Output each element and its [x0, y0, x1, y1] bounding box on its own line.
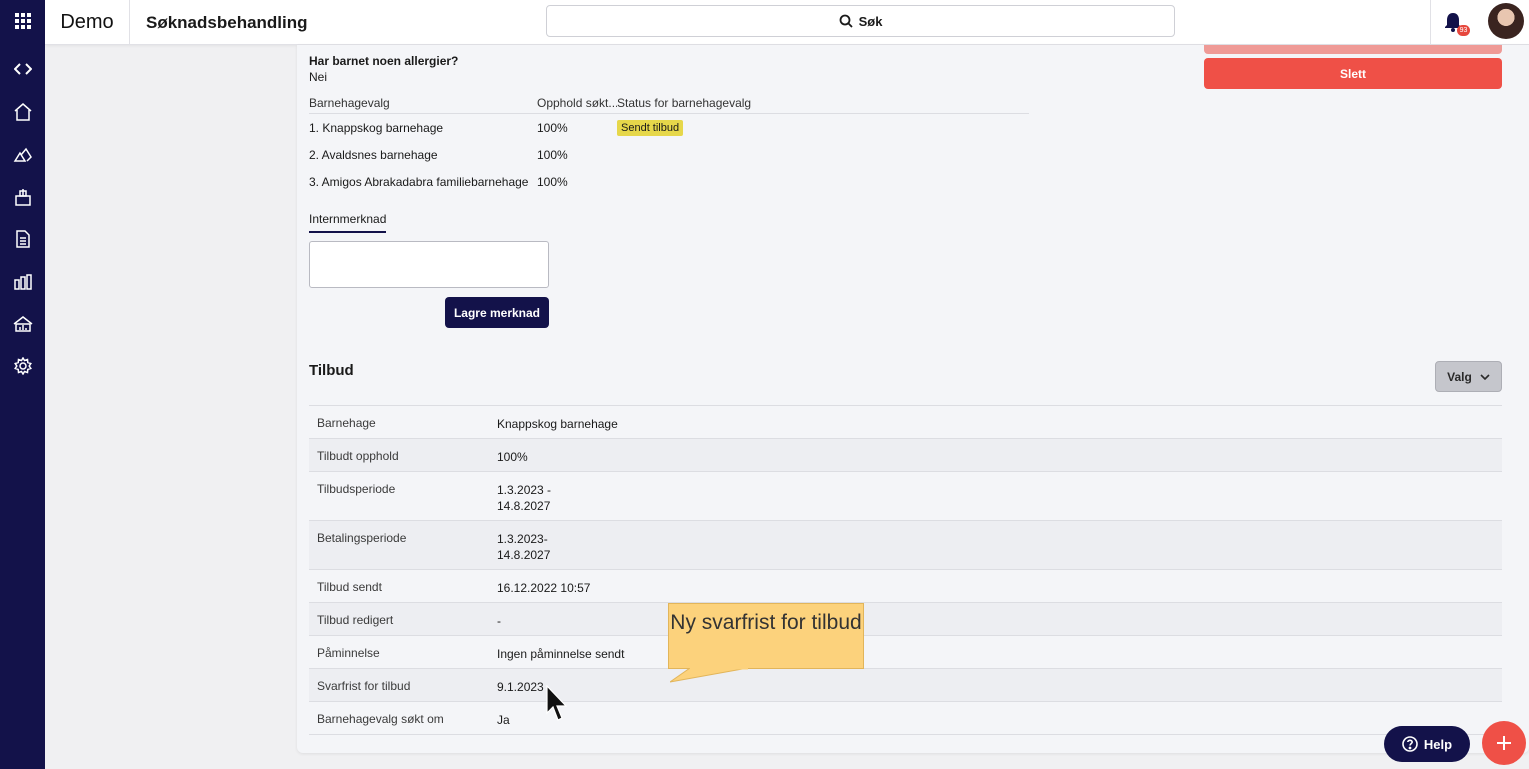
offer-title: Tilbud: [309, 362, 354, 379]
table-row: Påminnelse Ingen påminnelse sendt: [309, 636, 1502, 669]
row-label: Påminnelse: [317, 646, 380, 660]
code-toggle-icon[interactable]: [0, 51, 45, 87]
table-header: Barnehagevalg Opphold søkt... Status for…: [309, 92, 1029, 114]
left-sidebar: [0, 0, 45, 769]
choice-name: 3. Amigos Abrakadabra familiebarnehage: [309, 174, 529, 189]
callout-tail: [670, 668, 749, 683]
row-label: Svarfrist for tilbud: [317, 679, 411, 693]
mouse-cursor-icon: [546, 685, 568, 721]
row-value: Ja: [497, 713, 510, 727]
row-value: 100%: [497, 450, 528, 464]
add-button[interactable]: [1482, 721, 1526, 765]
help-button[interactable]: Help: [1384, 726, 1470, 762]
avatar[interactable]: [1488, 3, 1524, 39]
kindergarten-choices-table: Barnehagevalg Opphold søkt... Status for…: [309, 92, 1029, 195]
row-label: Tilbud redigert: [317, 613, 394, 627]
table-row: Tilbudsperiode 1.3.2023 - 14.8.2027: [309, 472, 1502, 521]
choice-stay: 100%: [537, 174, 568, 189]
row-value: 14.8.2027: [497, 499, 551, 513]
action-button-partial[interactable]: [1204, 45, 1502, 54]
search-button[interactable]: Søk: [546, 5, 1175, 37]
choice-stay: 100%: [537, 147, 568, 162]
row-value: Knappskog barnehage: [497, 417, 618, 431]
brand-name[interactable]: Demo: [45, 0, 130, 45]
offer-table: Barnehage Knappskog barnehage Tilbudt op…: [309, 405, 1502, 735]
allergy-question: Har barnet noen allergier?: [309, 54, 459, 68]
top-divider: [1430, 0, 1431, 45]
row-value: Ingen påminnelse sendt: [497, 647, 625, 661]
document-icon[interactable]: [0, 221, 45, 257]
column-header[interactable]: Barnehagevalg: [309, 96, 537, 110]
row-label: Barnehagevalg søkt om: [317, 712, 444, 726]
kindergarten-icon[interactable]: [0, 137, 45, 173]
tab-internal-note[interactable]: Internmerknad: [309, 212, 387, 233]
table-row: Tilbudt opphold 100%: [309, 439, 1502, 472]
chevron-down-icon: [1480, 373, 1490, 380]
question-circle-icon: [1402, 736, 1418, 752]
annotation-callout: Ny svarfrist for tilbud: [668, 603, 864, 669]
table-row: 2. Avaldsnes barnehage 100%: [309, 141, 1029, 168]
bar-chart-icon[interactable]: [0, 264, 45, 300]
house-chart-icon[interactable]: [0, 306, 45, 342]
apps-grid-icon[interactable]: [0, 3, 45, 39]
row-value: -: [497, 614, 501, 628]
notification-badge: 93: [1457, 25, 1470, 36]
save-note-button[interactable]: Lagre merknad: [445, 297, 549, 328]
row-value: 1.3.2023 -: [497, 483, 552, 497]
row-value: 1.3.2023-: [497, 532, 548, 546]
status-badge: Sendt tilbud: [617, 119, 684, 136]
row-label: Tilbudt opphold: [317, 449, 399, 463]
options-label: Valg: [1447, 369, 1472, 384]
page-title: Søknadsbehandling: [146, 12, 308, 32]
table-row: 1. Knappskog barnehage 100% Sendt tilbud: [309, 114, 1029, 141]
help-label: Help: [1423, 736, 1453, 752]
row-value: 16.12.2022 10:57: [497, 581, 591, 595]
building-icon[interactable]: [0, 179, 45, 215]
choice-stay: 100%: [537, 120, 568, 135]
table-row: 3. Amigos Abrakadabra familiebarnehage 1…: [309, 168, 1029, 195]
home-icon[interactable]: [0, 94, 45, 130]
table-row: Svarfrist for tilbud 9.1.2023: [309, 669, 1502, 702]
row-label: Barnehage: [317, 416, 376, 430]
column-header[interactable]: Status for barnehagevalg: [617, 96, 1029, 110]
plus-icon: [1497, 736, 1511, 750]
table-row: Betalingsperiode 1.3.2023- 14.8.2027: [309, 521, 1502, 570]
table-row: Tilbud redigert -: [309, 603, 1502, 636]
row-label: Tilbudsperiode: [317, 482, 396, 496]
choice-name: 1. Knappskog barnehage: [309, 120, 444, 135]
choice-name: 2. Avaldsnes barnehage: [309, 147, 438, 162]
gear-icon[interactable]: [0, 348, 45, 384]
top-bar: Demo Søknadsbehandling Søk 93: [45, 0, 1529, 45]
row-label: Betalingsperiode: [317, 531, 407, 545]
table-row: Barnehagevalg søkt om Ja: [309, 702, 1502, 735]
row-label: Tilbud sendt: [317, 580, 382, 594]
row-value: 14.8.2027: [497, 548, 551, 562]
table-row: Tilbud sendt 16.12.2022 10:57: [309, 570, 1502, 603]
delete-button[interactable]: Slett: [1204, 58, 1502, 89]
column-header[interactable]: Opphold søkt...: [537, 96, 617, 110]
search-icon: [839, 14, 853, 28]
row-value: 9.1.2023: [497, 680, 544, 694]
table-row: Barnehage Knappskog barnehage: [309, 406, 1502, 439]
internal-note-input[interactable]: [309, 241, 549, 288]
options-dropdown-button[interactable]: Valg: [1435, 361, 1502, 392]
search-label: Søk: [858, 13, 883, 29]
allergy-answer: Nei: [309, 70, 328, 84]
